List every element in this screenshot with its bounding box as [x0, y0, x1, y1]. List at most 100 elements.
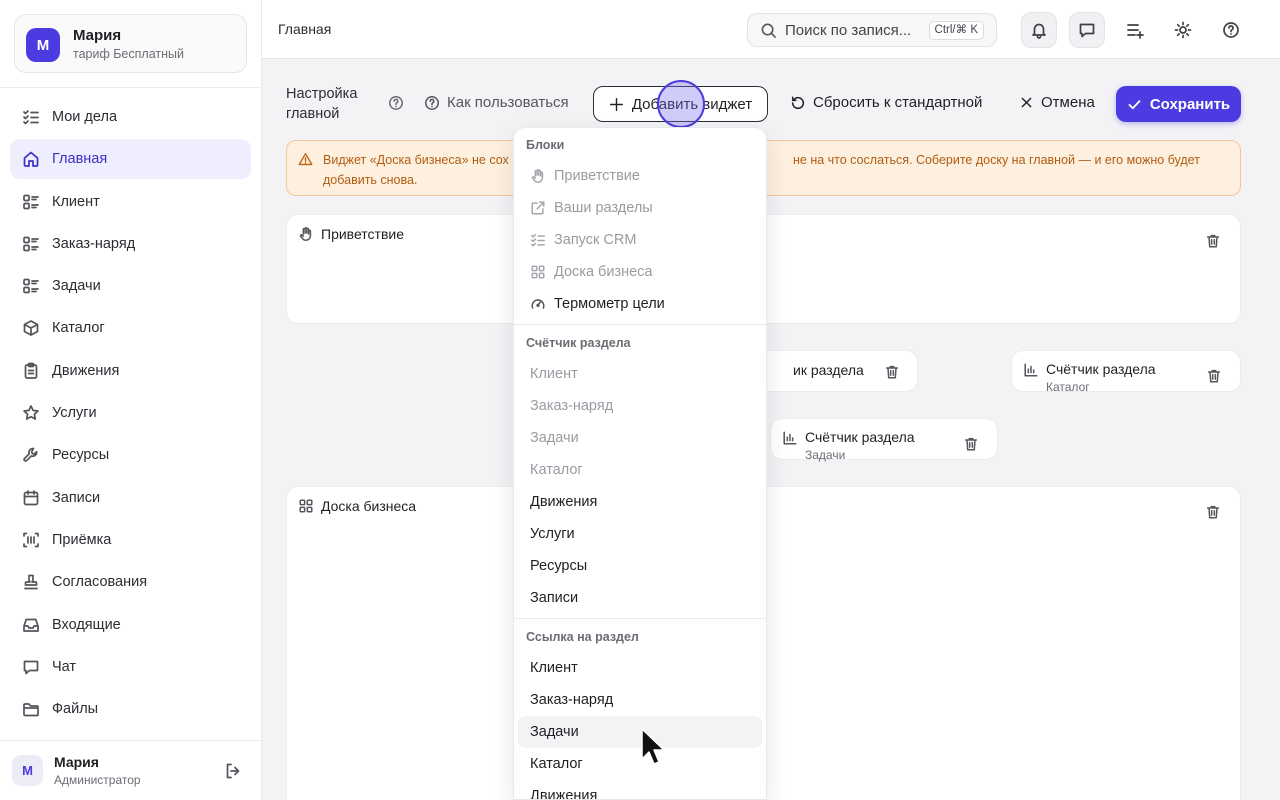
hand-icon: [298, 226, 314, 242]
sidebar-item-files[interactable]: Файлы: [10, 689, 251, 729]
help-icon: [425, 95, 439, 110]
search-icon: [761, 23, 776, 38]
help-icon: [389, 96, 403, 110]
warning-text-right-1: не на что сослаться. Соберите доску на г…: [793, 153, 1200, 167]
trash-icon: [885, 365, 899, 379]
delete-widget-button[interactable]: [1206, 368, 1222, 384]
menu-item-counter-tasks[interactable]: Задачи: [518, 422, 762, 454]
delete-widget-button[interactable]: [884, 364, 900, 380]
warning-text-right-2: добавить снова.: [323, 173, 418, 187]
menu-item-link-work-order[interactable]: Заказ-наряд: [518, 684, 762, 716]
menu-item-counter-services[interactable]: Услуги: [518, 518, 762, 550]
widget-title: Счётчик раздела: [805, 429, 915, 445]
bar-chart-icon: [782, 430, 798, 446]
menu-item-label: Движения: [530, 788, 598, 800]
sidebar-item-work-order[interactable]: Заказ-наряд: [10, 224, 251, 264]
menu-item-link-client[interactable]: Клиент: [518, 652, 762, 684]
how-to-use-label: Как пользоваться: [447, 94, 569, 111]
user-name: Мария: [54, 754, 99, 770]
menu-item-link-catalog[interactable]: Каталог: [518, 748, 762, 780]
menu-item-label: Приветствие: [554, 168, 640, 184]
sidebar-item-records[interactable]: Записи: [10, 478, 251, 518]
logout-button[interactable]: [224, 762, 242, 780]
menu-item-counter-records[interactable]: Записи: [518, 582, 762, 614]
breadcrumb[interactable]: Главная: [278, 21, 331, 37]
page-title: Настройка главной: [286, 86, 358, 122]
org-avatar: М: [26, 28, 60, 62]
menu-item-label: Запуск CRM: [554, 232, 637, 248]
menu-item-counter-work-order[interactable]: Заказ-наряд: [518, 390, 762, 422]
star-icon: [23, 405, 39, 420]
avatar[interactable]: М: [12, 755, 43, 786]
sidebar-item-catalog[interactable]: Каталог: [10, 308, 251, 348]
tasks-add-button[interactable]: [1117, 12, 1153, 48]
close-icon: [1021, 97, 1032, 108]
sidebar-item-intake[interactable]: Приёмка: [10, 520, 251, 560]
menu-item-counter-movements[interactable]: Движения: [518, 486, 762, 518]
sidebar-item-movements[interactable]: Движения: [10, 351, 251, 391]
save-label: Сохранить: [1149, 95, 1231, 113]
user-role: Администратор: [54, 773, 141, 787]
reset-icon: [791, 95, 805, 109]
box-icon: [23, 320, 39, 337]
menu-item-counter-client[interactable]: Клиент: [518, 358, 762, 390]
messages-button[interactable]: [1069, 12, 1105, 48]
sidebar-item-resources[interactable]: Ресурсы: [10, 435, 251, 475]
menu-item-link-movements[interactable]: Движения: [518, 780, 762, 800]
search-shortcut: Ctrl/⌘ K: [928, 21, 984, 40]
sidebar-item-services[interactable]: Услуги: [10, 393, 251, 433]
delete-widget-button[interactable]: [1205, 233, 1221, 249]
sidebar-item-label: Записи: [52, 489, 101, 506]
menu-item-counter-catalog[interactable]: Каталог: [518, 454, 762, 486]
gauge-icon: [531, 299, 545, 309]
checklist-icon: [23, 110, 39, 125]
org-switcher[interactable]: М Мария тариф Бесплатный: [14, 14, 247, 73]
sidebar-item-client[interactable]: Клиент: [10, 182, 251, 222]
sidebar: М Мария тариф Бесплатный Мои дела Главна…: [0, 0, 262, 800]
menu-divider: [514, 324, 766, 325]
menu-item-label: Каталог: [530, 462, 583, 478]
notifications-button[interactable]: [1021, 12, 1057, 48]
grid-icon: [531, 265, 545, 279]
save-button[interactable]: Сохранить: [1116, 86, 1241, 122]
menu-item-greeting[interactable]: Приветствие: [518, 160, 762, 192]
sidebar-item-inbox[interactable]: Входящие: [10, 605, 251, 645]
list-icon: [23, 194, 39, 209]
sidebar-item-label: Ресурсы: [52, 447, 110, 464]
widget-title: Приветствие: [321, 226, 404, 242]
delete-widget-button[interactable]: [1205, 504, 1221, 520]
widget-counter-catalog[interactable]: Счётчик раздела Каталог: [1011, 350, 1241, 394]
menu-item-your-sections[interactable]: Ваши разделы: [518, 192, 762, 224]
widget-title: Доска бизнеса: [321, 498, 417, 514]
sidebar-item-chat[interactable]: Чат: [10, 647, 251, 687]
cancel-button[interactable]: Отмена: [1019, 94, 1095, 111]
menu-item-business-board[interactable]: Доска бизнеса: [518, 256, 762, 288]
theme-toggle-button[interactable]: [1165, 12, 1201, 48]
menu-item-link-tasks[interactable]: Задачи: [518, 716, 762, 748]
click-indicator: [657, 80, 705, 128]
menu-section-header: Счётчик раздела: [526, 336, 631, 350]
sidebar-item-home[interactable]: Главная: [10, 139, 251, 180]
calendar-icon: [23, 489, 39, 506]
page-help-button[interactable]: [388, 95, 404, 111]
menu-item-goal-thermometer[interactable]: Термометр цели: [518, 288, 762, 320]
how-to-use-link[interactable]: Как пользоваться: [424, 94, 569, 111]
help-icon: [1223, 22, 1239, 38]
menu-item-label: Клиент: [530, 366, 578, 382]
hand-icon: [531, 169, 544, 183]
home-icon: [23, 151, 39, 168]
user-panel: М Мария Администратор: [0, 740, 262, 800]
sidebar-item-tasks[interactable]: Задачи: [10, 266, 251, 306]
menu-item-counter-resources[interactable]: Ресурсы: [518, 550, 762, 582]
reset-default-button[interactable]: Сбросить к стандартной: [790, 94, 982, 111]
menu-item-crm-launch[interactable]: Запуск CRM: [518, 224, 762, 256]
sidebar-item-approvals[interactable]: Согласования: [10, 562, 251, 602]
warning-icon: [298, 152, 313, 166]
search-input[interactable]: Поиск по запися... Ctrl/⌘ K: [747, 13, 997, 47]
sidebar-item-my-tasks[interactable]: Мои дела: [10, 97, 251, 137]
widget-counter-tasks[interactable]: Счётчик раздела Задачи: [770, 418, 998, 462]
help-button[interactable]: [1213, 12, 1249, 48]
delete-widget-button[interactable]: [963, 436, 979, 452]
list-icon: [23, 278, 39, 294]
checklist-icon: [531, 233, 545, 247]
